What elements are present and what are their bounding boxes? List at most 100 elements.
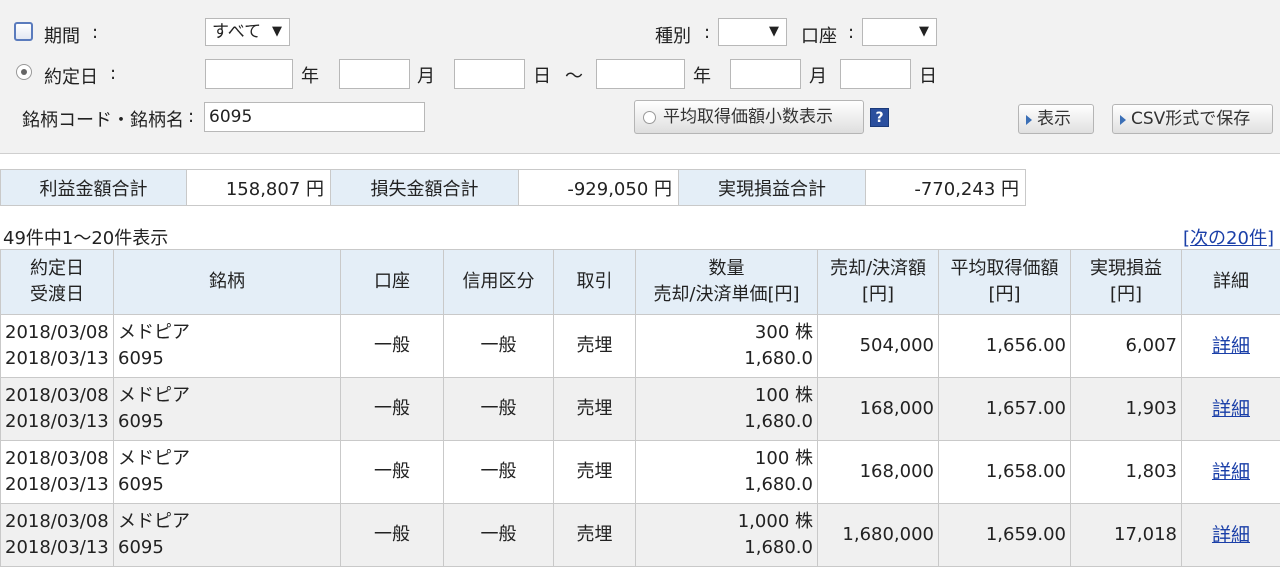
col-avg-line2: [円] xyxy=(988,284,1021,305)
to-day-label: 日 xyxy=(919,66,937,87)
stock-cell: メドピア 6095 xyxy=(113,440,341,504)
from-day-input[interactable] xyxy=(454,59,525,89)
price: 1,680.0 xyxy=(744,348,813,369)
trade-date-colon: : xyxy=(110,63,117,84)
pl-cell: 6,007 xyxy=(1070,314,1182,378)
help-icon[interactable]: ? xyxy=(870,108,889,127)
to-month-input[interactable] xyxy=(730,59,801,89)
radio-icon xyxy=(643,111,656,124)
col-date[interactable]: 約定日 受渡日 xyxy=(0,249,114,315)
bracket-open: [ xyxy=(1183,228,1191,249)
col-qty-line2: 売却/決済単価[円] xyxy=(653,284,800,305)
pl-cell: 17,018 xyxy=(1070,503,1182,567)
qty-cell: 1,000 株 1,680.0 xyxy=(635,503,818,567)
trade-cell: 売埋 xyxy=(553,377,636,441)
trade-cell: 売埋 xyxy=(553,440,636,504)
csv-save-button[interactable]: CSV形式で保存 xyxy=(1112,104,1273,134)
code-input-value: 6095 xyxy=(209,107,253,127)
code-label: 銘柄コード・銘柄名 xyxy=(22,110,184,131)
qty-cell: 100 株 1,680.0 xyxy=(635,377,818,441)
from-month-input[interactable] xyxy=(339,59,410,89)
to-month-label: 月 xyxy=(809,66,827,87)
settle-date: 2018/03/13 xyxy=(5,474,109,495)
pl-cell: 1,903 xyxy=(1070,377,1182,441)
detail-cell: 詳細 xyxy=(1181,314,1280,378)
stock-cell: メドピア 6095 xyxy=(113,377,341,441)
result-count: 49件中1〜20件表示 xyxy=(3,228,169,249)
col-account: 口座 xyxy=(340,249,444,315)
detail-cell: 詳細 xyxy=(1181,440,1280,504)
type-colon: : xyxy=(704,22,711,43)
detail-link[interactable]: 詳細 xyxy=(1212,398,1250,420)
avg-decimal-label: 平均取得価額小数表示 xyxy=(663,107,833,127)
detail-link[interactable]: 詳細 xyxy=(1212,524,1250,546)
table-row: 2018/03/08 2018/03/13 メドピア 6095 一般 一般 売埋 1… xyxy=(0,503,1280,567)
type-select[interactable]: ▼ xyxy=(718,18,787,46)
detail-link[interactable]: 詳細 xyxy=(1212,461,1250,483)
date-cell: 2018/03/08 2018/03/13 xyxy=(0,440,114,504)
qty: 100 株 xyxy=(754,385,813,406)
from-year-label: 年 xyxy=(301,66,319,87)
period-checkbox[interactable] xyxy=(14,22,33,41)
qty: 300 株 xyxy=(754,322,813,343)
code-input[interactable]: 6095 xyxy=(204,102,425,132)
from-year-input[interactable] xyxy=(205,59,293,89)
trade-date-radio[interactable] xyxy=(16,64,32,80)
table-row: 2018/03/08 2018/03/13 メドピア 6095 一般 一般 売埋 1… xyxy=(0,377,1280,441)
show-button[interactable]: 表示 xyxy=(1018,104,1094,134)
trade-cell: 売埋 xyxy=(553,314,636,378)
code-colon: : xyxy=(188,106,195,127)
col-pl-line1: 実現損益 xyxy=(1090,258,1162,279)
settle-date: 2018/03/13 xyxy=(5,411,109,432)
qty: 1,000 株 xyxy=(737,511,813,532)
avg-decimal-button[interactable]: 平均取得価額小数表示 xyxy=(634,100,864,134)
stock-code: 6095 xyxy=(118,537,164,558)
trade-date-label: 約定日 xyxy=(44,67,98,88)
to-year-input[interactable] xyxy=(596,59,685,89)
col-trade: 取引 xyxy=(553,249,636,315)
col-pl-line2: [円] xyxy=(1109,284,1143,305)
play-icon xyxy=(1120,115,1126,125)
credit-cell: 一般 xyxy=(443,314,554,378)
trade-cell: 売埋 xyxy=(553,503,636,567)
detail-link[interactable]: 詳細 xyxy=(1212,335,1250,357)
trade-date: 2018/03/08 xyxy=(5,448,109,469)
from-day-label: 日 xyxy=(533,66,551,87)
amount-cell: 1,680,000 xyxy=(817,503,939,567)
stock-name: メドピア xyxy=(118,322,190,343)
bracket-close: ] xyxy=(1266,228,1274,249)
next-page-link[interactable]: 次の20件 xyxy=(1190,228,1267,249)
qty-cell: 300 株 1,680.0 xyxy=(635,314,818,378)
stock-name: メドピア xyxy=(118,385,190,406)
avg-cell: 1,656.00 xyxy=(938,314,1071,378)
account-cell: 一般 xyxy=(340,503,444,567)
stock-name: メドピア xyxy=(118,511,190,532)
col-date-line2: 受渡日 xyxy=(30,284,84,305)
col-amount: 売却/決済額 [円] xyxy=(817,249,939,315)
date-cell: 2018/03/08 2018/03/13 xyxy=(0,377,114,441)
stock-code: 6095 xyxy=(118,411,164,432)
settle-date: 2018/03/13 xyxy=(5,537,109,558)
account-cell: 一般 xyxy=(340,440,444,504)
col-date-line1: 約定日 xyxy=(30,258,84,279)
date-cell: 2018/03/08 2018/03/13 xyxy=(0,503,114,567)
stock-cell: メドピア 6095 xyxy=(113,314,341,378)
avg-cell: 1,657.00 xyxy=(938,377,1071,441)
pagination-next: [次の20件] xyxy=(1183,224,1274,250)
account-select[interactable]: ▼ xyxy=(862,18,937,46)
amount-cell: 504,000 xyxy=(817,314,939,378)
col-avg-line1: 平均取得価額 xyxy=(950,258,1059,279)
period-select[interactable]: すべて ▼ xyxy=(205,18,290,46)
to-day-input[interactable] xyxy=(840,59,911,89)
trade-date: 2018/03/08 xyxy=(5,322,109,343)
chevron-down-icon: ▼ xyxy=(769,24,779,39)
col-detail: 詳細 xyxy=(1181,249,1280,315)
summary-table: 利益金額合計 158,807 円 損失金額合計 -929,050 円 実現損益合… xyxy=(0,169,1026,206)
settle-date: 2018/03/13 xyxy=(5,348,109,369)
period-colon: : xyxy=(92,22,99,43)
pl-cell: 1,803 xyxy=(1070,440,1182,504)
avg-cell: 1,659.00 xyxy=(938,503,1071,567)
col-credit: 信用区分 xyxy=(443,249,554,315)
col-qty-line1: 数量 xyxy=(708,258,745,279)
credit-cell: 一般 xyxy=(443,503,554,567)
